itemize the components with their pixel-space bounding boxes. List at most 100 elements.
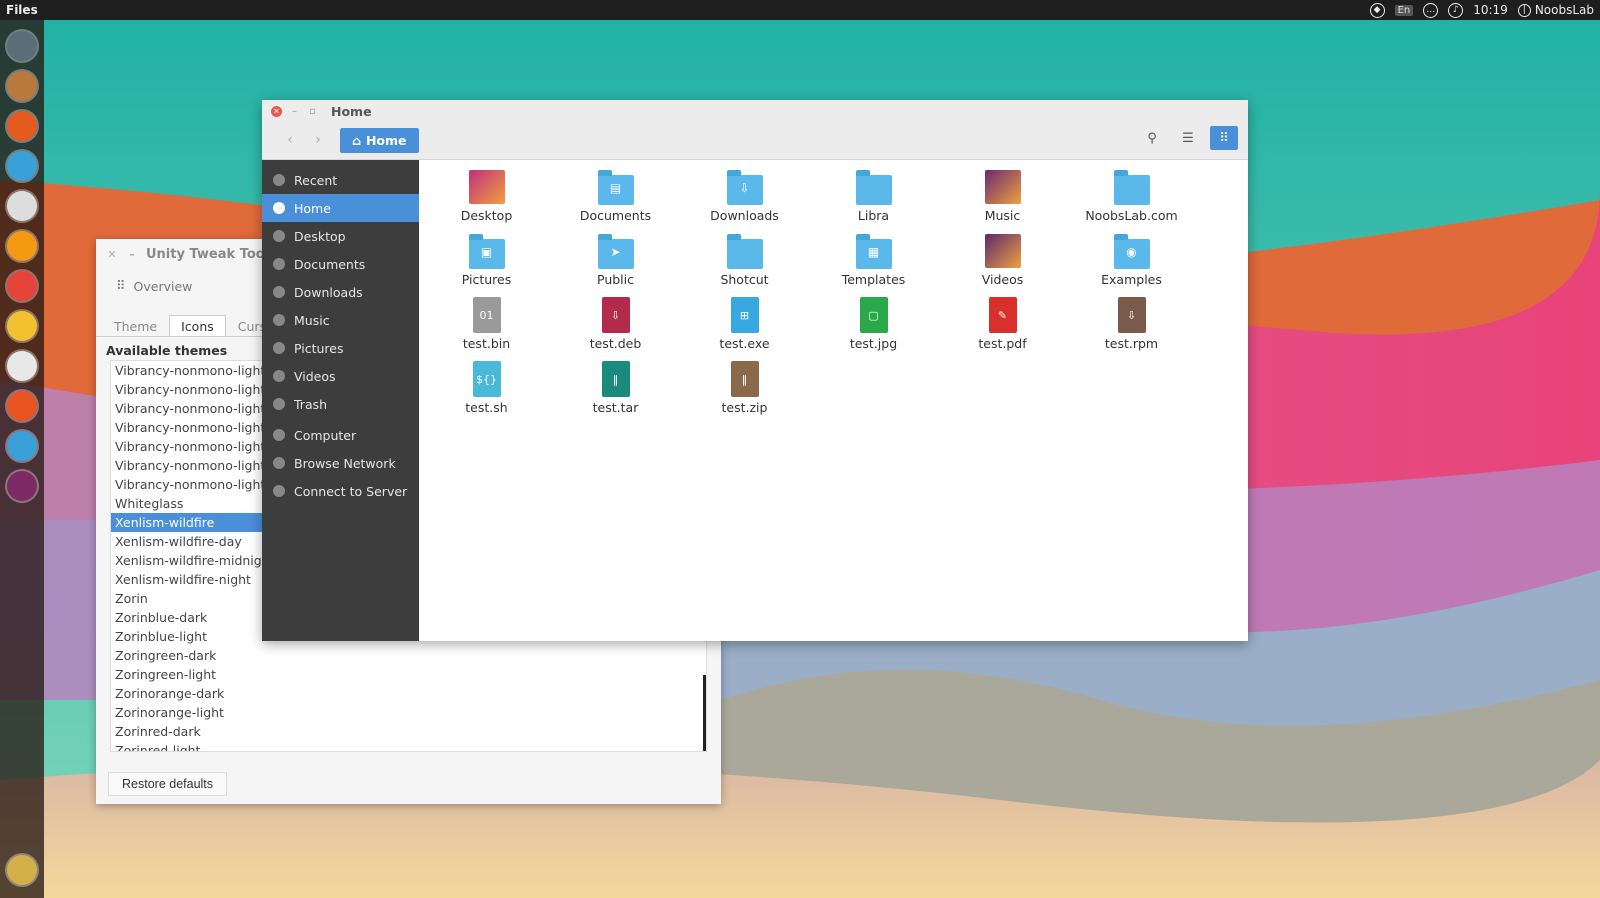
file-item[interactable]: ⇩ test.rpm <box>1067 296 1196 360</box>
settings-icon[interactable] <box>7 191 37 221</box>
sidebar-item-label: Recent <box>294 172 338 188</box>
firefox-icon[interactable] <box>7 111 37 141</box>
folder-icon: ▤ <box>597 168 635 206</box>
file-item[interactable]: ▦ Templates <box>809 232 938 296</box>
file-item[interactable]: ➤ Public <box>551 232 680 296</box>
path-home-button[interactable]: ⌂ Home <box>340 127 419 153</box>
theme-list-item[interactable]: Zorinred-dark <box>111 722 706 741</box>
session-menu[interactable]: | NoobsLab <box>1517 3 1594 17</box>
close-icon[interactable]: ✕ <box>271 105 282 117</box>
tab-theme[interactable]: Theme <box>102 315 169 336</box>
theme-list-item[interactable]: Zorinorange-light <box>111 703 706 722</box>
file-item[interactable]: ▢ test.jpg <box>809 296 938 360</box>
minimize-icon[interactable]: – <box>126 248 138 261</box>
theme-list-item[interactable]: Zoringreen-dark <box>111 646 706 665</box>
file-item[interactable]: ‖ test.zip <box>680 360 809 424</box>
calculator-icon[interactable] <box>7 351 37 381</box>
dash-icon[interactable] <box>7 31 37 61</box>
sidebar-item-pictures[interactable]: Pictures <box>262 334 419 362</box>
file-item[interactable]: ▤ Documents <box>551 168 680 232</box>
clock[interactable]: 10:19 <box>1473 3 1508 17</box>
file-item[interactable]: Music <box>938 168 1067 232</box>
back-arrow-icon[interactable]: ‹ <box>276 132 304 148</box>
sidebar-item-label: Music <box>294 312 330 328</box>
sidebar-item-browse-network[interactable]: Browse Network <box>262 449 419 477</box>
forward-arrow-icon[interactable]: › <box>304 132 332 148</box>
theme-list-item[interactable]: Zorinred-light <box>111 741 706 751</box>
file-type-icon: ✎ <box>984 296 1022 334</box>
store-icon[interactable] <box>7 391 37 421</box>
dropbox-icon[interactable]: ◆ <box>1369 2 1385 18</box>
file-item[interactable]: 01 test.bin <box>422 296 551 360</box>
files-titlebar: ✕ – ▫ Home <box>262 100 1248 122</box>
gear-icon[interactable] <box>7 471 37 501</box>
file-label: test.exe <box>719 336 770 351</box>
file-item[interactable]: ⊞ test.exe <box>680 296 809 360</box>
server-icon <box>273 485 285 497</box>
restore-defaults-button[interactable]: Restore defaults <box>108 772 228 796</box>
file-item[interactable]: Videos <box>938 232 1067 296</box>
clock-icon <box>273 174 285 186</box>
file-item[interactable]: NoobsLab.com <box>1067 168 1196 232</box>
computer-icon <box>273 429 285 441</box>
places-sidebar: Recent Home Desktop Documents Downloads Music… <box>262 160 419 641</box>
sidebar-item-label: Connect to Server <box>294 483 408 499</box>
sidebar-item-documents[interactable]: Documents <box>262 250 419 278</box>
grid-view-icon[interactable]: ⠿ <box>1210 126 1238 150</box>
themes-scrollbar[interactable] <box>703 675 706 751</box>
files-window-title: Home <box>331 103 372 119</box>
file-item[interactable]: Desktop <box>422 168 551 232</box>
list-view-icon[interactable]: ☰ <box>1174 126 1202 150</box>
file-label: NoobsLab.com <box>1085 208 1178 223</box>
file-item[interactable]: Libra <box>809 168 938 232</box>
folder-icon <box>726 232 764 270</box>
file-label: test.jpg <box>849 336 898 351</box>
sidebar-item-home[interactable]: Home <box>262 194 419 222</box>
file-item[interactable]: ▣ Pictures <box>422 232 551 296</box>
film-icon <box>273 370 285 382</box>
documents-icon <box>273 258 285 270</box>
file-item[interactable]: ‖ test.tar <box>551 360 680 424</box>
document-icon[interactable] <box>7 271 37 301</box>
file-label: Examples <box>1101 272 1162 287</box>
sidebar-item-music[interactable]: Music <box>262 306 419 334</box>
file-item[interactable]: ${} test.sh <box>422 360 551 424</box>
desktop-icon <box>273 230 285 242</box>
file-item[interactable]: ◉ Examples <box>1067 232 1196 296</box>
sidebar-item-downloads[interactable]: Downloads <box>262 278 419 306</box>
search-icon[interactable]: ⚲ <box>1138 126 1166 150</box>
sidebar-item-trash[interactable]: Trash <box>262 390 419 418</box>
file-item[interactable]: Shotcut <box>680 232 809 296</box>
theme-list-item[interactable]: Zorinorange-dark <box>111 684 706 703</box>
tab-icons[interactable]: Icons <box>169 315 226 336</box>
sidebar-item-connect-to-server[interactable]: Connect to Server <box>262 477 419 505</box>
sidebar-item-desktop[interactable]: Desktop <box>262 222 419 250</box>
sidebar-item-computer[interactable]: Computer <box>262 421 419 449</box>
home-icon <box>273 202 285 214</box>
sticky-icon[interactable] <box>7 311 37 341</box>
maximize-icon[interactable]: ▫ <box>307 106 318 117</box>
file-label: test.tar <box>592 400 639 415</box>
text-editor-icon[interactable] <box>7 151 37 181</box>
trash-icon[interactable] <box>7 855 37 885</box>
folder-icon <box>855 168 893 206</box>
music-icon <box>273 314 285 326</box>
file-label: test.rpm <box>1104 336 1159 351</box>
picture-folder-icon <box>468 168 506 206</box>
file-item[interactable]: ✎ test.pdf <box>938 296 1067 360</box>
file-item[interactable]: ⇩ Downloads <box>680 168 809 232</box>
volume-icon[interactable]: ♪ <box>1448 2 1464 18</box>
messaging-icon[interactable]: … <box>1423 2 1439 18</box>
theme-list-item[interactable]: Zoringreen-light <box>111 665 706 684</box>
tweak-icon[interactable] <box>7 431 37 461</box>
sidebar-item-videos[interactable]: Videos <box>262 362 419 390</box>
files-body: Recent Home Desktop Documents Downloads Music… <box>262 160 1248 641</box>
sidebar-item-recent[interactable]: Recent <box>262 166 419 194</box>
file-item[interactable]: ⇩ test.deb <box>551 296 680 360</box>
keyboard-language-indicator[interactable]: En <box>1394 4 1414 16</box>
close-icon[interactable]: ✕ <box>106 248 118 261</box>
sidebar-item-label: Trash <box>294 396 328 412</box>
minimize-icon[interactable]: – <box>289 106 300 117</box>
software-icon[interactable] <box>7 231 37 261</box>
files-icon[interactable] <box>7 71 37 101</box>
